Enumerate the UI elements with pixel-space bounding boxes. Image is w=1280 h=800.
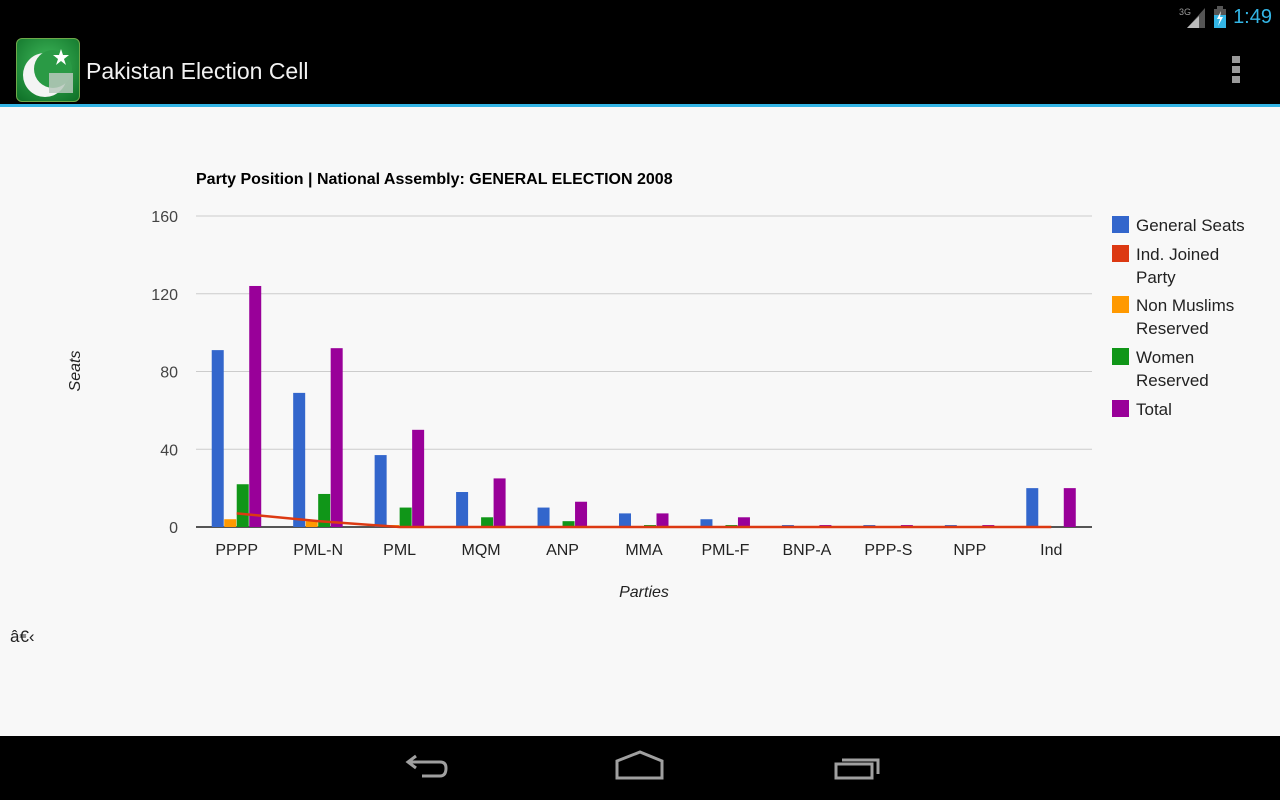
bar-total[interactable] (493, 478, 506, 527)
bar-women-reserved[interactable] (481, 517, 494, 527)
battery-charging-icon (1214, 6, 1227, 28)
legend-label: General Seats (1136, 216, 1245, 235)
y-tick-label: 0 (169, 520, 178, 537)
navigation-bar (0, 736, 1280, 800)
clock: 1:49 (1233, 5, 1272, 28)
legend-label: Ind. Joined (1136, 245, 1219, 264)
stray-text: â€‹ (10, 627, 35, 646)
bar-non-muslims-reserved[interactable] (224, 519, 237, 527)
content-area: Party Position | National Assembly: GENE… (0, 107, 1280, 736)
legend-label: Total (1136, 400, 1172, 419)
legend-swatch (1112, 348, 1129, 365)
bar-general-seats[interactable] (293, 392, 306, 527)
app-title: Pakistan Election Cell (86, 58, 309, 84)
legend-label: Non Muslims (1136, 296, 1234, 315)
status-bar: 3G 1:49 (0, 0, 1280, 33)
party-position-chart: Party Position | National Assembly: GENE… (67, 171, 1245, 601)
x-tick-label: ANP (546, 542, 579, 559)
bar-general-seats[interactable] (1026, 488, 1039, 527)
bar-general-seats[interactable] (619, 513, 631, 527)
legend-label: Women (1136, 348, 1194, 367)
bar-total[interactable] (575, 501, 588, 527)
x-tick-label: BNP-A (782, 542, 831, 559)
legend-label: Reserved (1136, 319, 1209, 338)
chart-title: Party Position | National Assembly: GENE… (196, 171, 673, 188)
app-logo-icon[interactable] (16, 38, 80, 102)
bar-total[interactable] (737, 517, 750, 527)
bar-total[interactable] (412, 429, 425, 527)
signal-3g-icon: 3G (1179, 7, 1206, 28)
back-icon[interactable] (400, 748, 450, 788)
bar-total[interactable] (330, 348, 343, 527)
x-axis-title: Parties (619, 584, 669, 601)
bar-women-reserved[interactable] (399, 507, 412, 527)
home-icon[interactable] (614, 748, 666, 788)
x-tick-label: NPP (953, 542, 986, 559)
chart-legend: General Seats Ind. Joined Party Non Muslims… (1112, 216, 1245, 419)
line-ind-joined-party[interactable] (236, 512, 1052, 529)
y-tick-label: 40 (160, 442, 178, 459)
recents-icon[interactable] (832, 748, 884, 788)
y-tick-label: 120 (151, 287, 178, 304)
legend-item[interactable]: Total (1112, 400, 1172, 419)
y-axis-title: Seats (67, 351, 84, 392)
x-tick-label: MMA (625, 542, 663, 559)
legend-swatch (1112, 400, 1129, 417)
y-tick-label: 160 (151, 209, 178, 226)
legend-label: Reserved (1136, 371, 1209, 390)
x-tick-label: PPPP (215, 542, 258, 559)
legend-swatch (1112, 296, 1129, 313)
chart-bars (211, 285, 1076, 527)
network-type-label: 3G (1179, 7, 1191, 17)
x-tick-label: PML (383, 542, 416, 559)
x-tick-label: MQM (462, 542, 501, 559)
chart-grid: 0 40 80 120 160 (151, 209, 1092, 537)
x-tick-label: PPP-S (864, 542, 912, 559)
bar-general-seats[interactable] (211, 350, 224, 527)
overflow-menu-icon[interactable] (1232, 56, 1242, 86)
bar-total[interactable] (1063, 488, 1076, 527)
y-tick-label: 80 (160, 365, 178, 382)
bar-total[interactable] (249, 285, 262, 527)
legend-swatch (1112, 216, 1129, 233)
chart-lines (236, 512, 1052, 529)
x-tick-label: PML-N (293, 542, 343, 559)
bar-women-reserved[interactable] (236, 484, 249, 527)
bar-general-seats[interactable] (374, 455, 387, 527)
legend-item[interactable]: Ind. Joined Party (1112, 245, 1219, 287)
bar-total[interactable] (656, 513, 669, 527)
bar-general-seats[interactable] (537, 507, 550, 527)
legend-item[interactable]: General Seats (1112, 216, 1245, 235)
legend-swatch (1112, 245, 1129, 262)
bar-general-seats[interactable] (456, 492, 469, 527)
x-tick-label: PML-F (701, 542, 749, 559)
legend-item[interactable]: Women Reserved (1112, 348, 1209, 390)
x-axis-labels: PPPP PML-N PML MQM ANP MMA PML-F BNP-A PPP-S NPP I… (215, 542, 1062, 559)
legend-label: Party (1136, 268, 1176, 287)
legend-item[interactable]: Non Muslims Reserved (1112, 296, 1234, 338)
x-tick-label: Ind (1040, 542, 1062, 559)
